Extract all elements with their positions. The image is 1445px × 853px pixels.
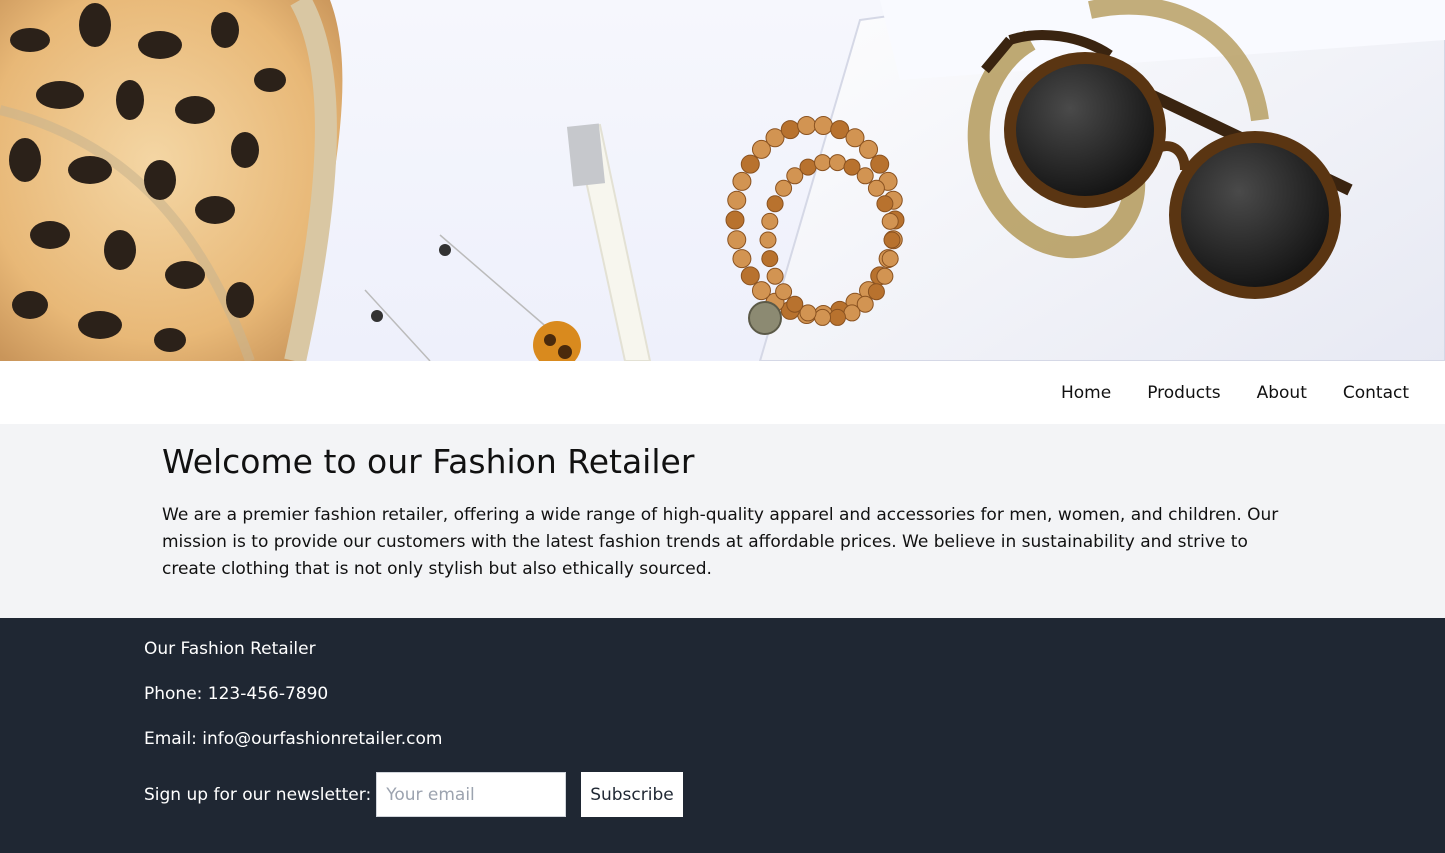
bead [813, 116, 833, 136]
footer-company: Our Fashion Retailer [144, 639, 316, 659]
subscribe-button[interactable]: Subscribe [581, 772, 683, 817]
bead [814, 308, 832, 326]
bead [843, 304, 861, 322]
pen [566, 123, 652, 361]
leopard-slipper [0, 0, 343, 361]
bead [876, 267, 894, 285]
bracelet-charm [748, 301, 782, 335]
intro-paragraph: We are a premier fashion retailer, offer… [162, 504, 1279, 579]
bead [759, 231, 777, 249]
bead [828, 154, 846, 172]
bead [766, 267, 784, 285]
bead [727, 230, 747, 250]
bead [867, 179, 885, 197]
bead [727, 190, 747, 210]
bead [881, 250, 899, 268]
bead [799, 158, 817, 176]
bead [740, 154, 760, 174]
footer-phone: Phone: 123-456-7890 [144, 684, 329, 704]
bead [881, 212, 899, 230]
bead [876, 195, 894, 213]
bead [814, 154, 832, 172]
bead [786, 295, 804, 313]
bead [797, 116, 817, 136]
bead [725, 210, 745, 230]
bead [775, 283, 793, 301]
nav-contact[interactable]: Contact [1343, 383, 1409, 403]
page-title: Welcome to our Fashion Retailer [162, 442, 695, 481]
nav-products[interactable]: Products [1147, 383, 1220, 403]
bead [732, 171, 752, 191]
hero-image [0, 0, 1445, 361]
bead [883, 231, 901, 249]
bead [740, 266, 760, 286]
hero-illustration [0, 0, 1445, 361]
main-content: Welcome to our Fashion Retailer We are a… [0, 424, 1445, 618]
bead [867, 283, 885, 301]
bead [751, 281, 771, 301]
earrings [364, 234, 581, 361]
bead [766, 195, 784, 213]
newsletter-label: Sign up for our newsletter: [144, 784, 372, 805]
bead [856, 167, 874, 185]
bead [828, 308, 846, 326]
footer-email: Email: info@ourfashionretailer.com [144, 729, 443, 749]
bead [775, 179, 793, 197]
bead [780, 120, 800, 140]
main-nav: Home Products About Contact [0, 361, 1445, 424]
email-input[interactable] [376, 772, 567, 817]
bead [859, 139, 879, 159]
bead [870, 154, 890, 174]
bead [732, 249, 752, 269]
bead [761, 250, 779, 268]
bead [761, 212, 779, 230]
footer: Our Fashion Retailer Phone: 123-456-7890… [0, 618, 1445, 853]
nav-about[interactable]: About [1257, 383, 1307, 403]
newsletter-form: Sign up for our newsletter: Subscribe [144, 772, 1445, 817]
nav-home[interactable]: Home [1061, 383, 1111, 403]
